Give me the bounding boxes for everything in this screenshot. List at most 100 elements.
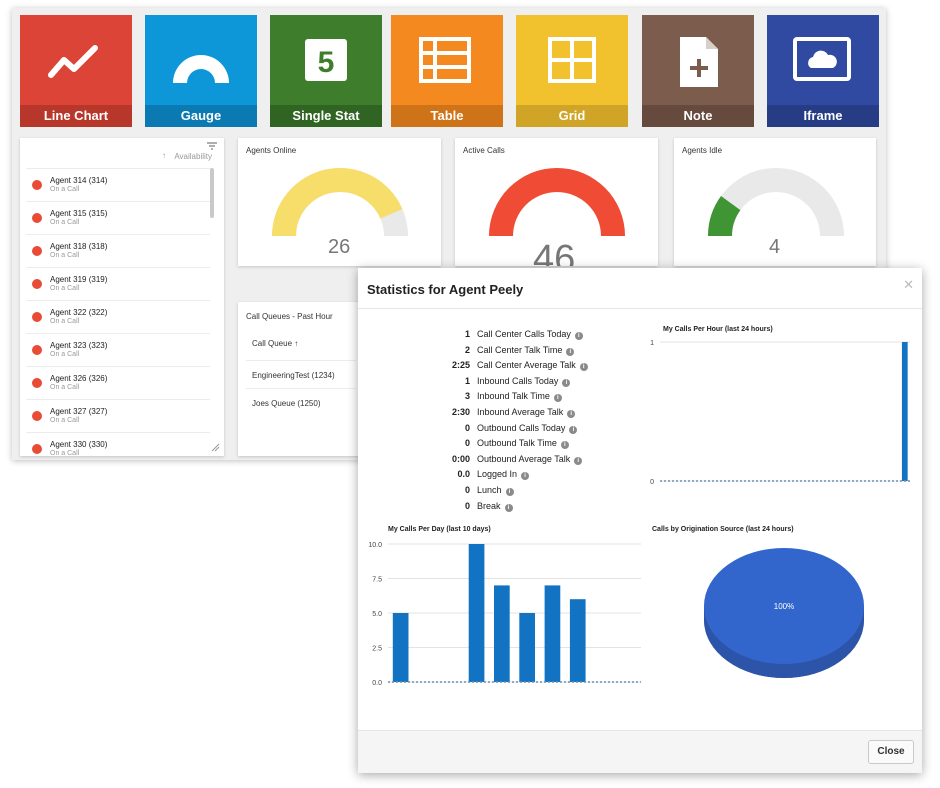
divider <box>358 308 922 309</box>
stat-label-text: Outbound Average Talk <box>477 453 571 464</box>
scrollbar[interactable] <box>210 168 214 218</box>
info-icon[interactable]: i <box>562 378 571 387</box>
table-row[interactable]: EngineeringTest (1234) <box>246 360 356 389</box>
gauge-panel-active-calls: Active Calls 46 <box>455 138 658 266</box>
origination-source-pie-chart: 100% <box>704 548 864 678</box>
sort-up-icon[interactable]: ↑ <box>162 151 166 160</box>
status-dot <box>32 345 42 355</box>
tile-label: Single Stat <box>270 105 382 127</box>
agent-row[interactable]: Agent 314 (314) On a Call <box>26 168 210 201</box>
agent-status: On a Call <box>50 351 80 358</box>
status-dot <box>32 246 42 256</box>
info-icon[interactable]: i <box>567 410 576 418</box>
gauge-panel-agents-online: Agents Online 26 <box>238 138 441 266</box>
stat-label-text: Logged In <box>477 469 518 480</box>
tile-single-stat[interactable]: 5 Single Stat <box>270 15 382 127</box>
stat-label: Inbound Talk Time i <box>477 391 562 403</box>
status-dot <box>32 444 42 454</box>
info-icon[interactable]: i <box>560 441 569 450</box>
chart-title: My Calls Per Hour (last 24 hours) <box>663 326 773 333</box>
stat-value: 0 <box>464 485 470 495</box>
agent-row[interactable]: Agent 319 (319) On a Call <box>26 267 210 300</box>
agent-name: Agent 319 (319) <box>50 275 108 284</box>
agent-status: On a Call <box>50 219 80 226</box>
stat-label-text: Inbound Average Talk <box>477 407 564 417</box>
gauge-panel-agents-idle: Agents Idle 4 <box>674 138 876 266</box>
tile-label: Note <box>642 105 754 127</box>
y-tick-label: 0.0 <box>372 680 382 687</box>
agent-row[interactable]: Agent 322 (322) On a Call <box>26 300 210 333</box>
agent-row[interactable]: Agent 315 (315) On a Call <box>26 201 210 234</box>
bar <box>544 585 561 682</box>
tile-table[interactable]: Table <box>391 15 503 127</box>
agent-name: Agent 326 (326) <box>50 374 108 383</box>
tile-line-chart[interactable]: Line Chart <box>20 15 132 127</box>
stat-row: 2:25 Call Center Average Talk i <box>358 358 658 373</box>
agent-row[interactable]: Agent 323 (323) On a Call <box>26 333 210 366</box>
tile-grid[interactable]: Grid <box>516 15 628 127</box>
info-icon[interactable]: i <box>505 488 514 496</box>
agent-name: Agent 327 (327) <box>50 407 108 416</box>
stat-label-text: Call Center Talk Time <box>477 344 563 355</box>
close-button[interactable]: Close <box>868 740 914 764</box>
bar <box>519 613 535 682</box>
agents-panel: ↑ Availability Agent 314 (314) On a Call A… <box>20 138 224 456</box>
y-tick-label: 1 <box>650 340 654 347</box>
bar <box>901 342 908 481</box>
stat-value: 0.0 <box>457 469 470 480</box>
bar <box>569 599 586 682</box>
agent-row[interactable]: Agent 327 (327) On a Call <box>26 399 210 432</box>
tile-gauge[interactable]: Gauge <box>145 15 257 127</box>
info-icon[interactable]: i <box>574 456 583 465</box>
stat-label-text: Call Center Calls Today <box>477 329 571 339</box>
sort-up-icon: ↑ <box>294 339 299 348</box>
info-icon[interactable]: i <box>566 347 575 356</box>
stat-label-text: Inbound Talk Time <box>477 391 550 402</box>
tile-label: Gauge <box>145 105 257 127</box>
table-row[interactable]: Joes Queue (1250) <box>246 388 356 417</box>
calls-per-day-chart: 0.0 2.5 5.0 7.5 10.0 <box>368 542 641 687</box>
availability-column-header[interactable]: Availability <box>174 152 212 161</box>
stat-value: 1 <box>464 375 470 386</box>
gauge-fill <box>489 168 625 236</box>
close-icon[interactable]: ✕ <box>903 277 914 293</box>
tile-label: Iframe <box>767 105 879 127</box>
agent-name: Agent 314 (314) <box>50 176 108 185</box>
panel-title: Call Queues - Past Hour <box>246 312 333 321</box>
stat-label: Outbound Average Talk i <box>477 453 583 465</box>
info-icon[interactable]: i <box>569 425 578 434</box>
agent-status: On a Call <box>50 318 80 325</box>
stat-row: 0 Break i <box>358 499 658 514</box>
modal-footer: Close <box>358 730 922 773</box>
chart-title: Calls by Origination Source (last 24 hou… <box>652 526 794 533</box>
stat-row: 2:30 Inbound Average Talk i <box>358 405 658 420</box>
agent-row[interactable]: Agent 326 (326) On a Call <box>26 366 210 399</box>
calls-per-hour-chart: 01 <box>650 340 910 486</box>
stat-value: 0 <box>464 438 470 449</box>
agent-row[interactable]: Agent 318 (318) On a Call <box>26 234 210 267</box>
stat-row: 0 Lunch i <box>358 483 658 498</box>
agent-row[interactable]: Agent 330 (330) On a Call <box>26 432 210 456</box>
info-icon[interactable]: i <box>553 394 562 403</box>
y-tick-label: 0 <box>650 479 654 486</box>
resize-handle-icon[interactable] <box>210 442 220 452</box>
y-tick-label: 5.0 <box>372 611 382 618</box>
filter-icon[interactable] <box>206 141 218 151</box>
tile-label: Line Chart <box>20 105 132 127</box>
info-icon[interactable]: i <box>574 332 583 340</box>
stat-label-text: Lunch <box>477 485 502 495</box>
bar <box>392 613 409 682</box>
agent-name: Agent 318 (318) <box>50 242 108 251</box>
agents-panel-header: ↑ Availability <box>20 138 224 168</box>
info-icon[interactable]: i <box>504 503 513 512</box>
call-queue-column-header[interactable]: Call Queue ↑ <box>252 339 298 348</box>
bar <box>494 585 510 682</box>
info-icon[interactable]: i <box>521 472 530 481</box>
tile-iframe[interactable]: Iframe <box>767 15 879 127</box>
stat-row: 3 Inbound Talk Time i <box>358 389 658 404</box>
modal-title: Statistics for Agent Peely <box>367 282 524 297</box>
stat-label: Outbound Calls Today i <box>477 423 578 434</box>
info-icon[interactable]: i <box>579 363 588 372</box>
tile-note[interactable]: Note <box>642 15 754 127</box>
stat-value: 2:25 <box>451 360 470 371</box>
